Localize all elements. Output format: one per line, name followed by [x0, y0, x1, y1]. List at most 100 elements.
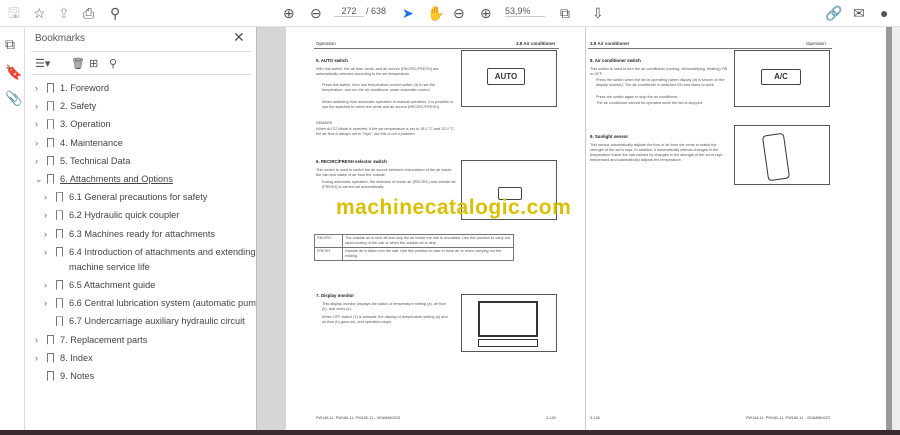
add-bookmark-icon[interactable]: ⊞ — [89, 55, 98, 73]
bullet: When OFF switch (1) is pressed, the disp… — [322, 315, 448, 324]
chevron-right-icon[interactable]: › — [35, 331, 45, 349]
bookmarks-icon[interactable]: 🔖 — [5, 63, 22, 81]
bullet: This display monitor displays the status… — [322, 302, 446, 311]
header-rule — [314, 48, 559, 49]
hand-tool-icon[interactable]: ✋ — [427, 4, 444, 22]
paragraph: With this switch, the air flow, vents, a… — [316, 67, 439, 76]
bookmark-flag-icon — [56, 298, 63, 309]
chevron-right-icon[interactable]: › — [44, 206, 54, 224]
page-footer: PW148-11, PW160-11, PW180-11 - VEAM86002… — [746, 416, 830, 420]
bookmark-flag-icon — [47, 137, 54, 148]
chevron-right-icon[interactable]: › — [44, 225, 54, 243]
fit-page-icon[interactable]: ⧉ — [560, 4, 570, 22]
bookmark-flag-icon — [56, 210, 63, 221]
scrollbar-thumb[interactable] — [886, 27, 892, 430]
chevron-right-icon[interactable]: › — [35, 152, 45, 170]
chevron-right-icon[interactable]: › — [44, 188, 54, 206]
print-icon[interactable]: ⎙ — [83, 4, 94, 22]
save-icon[interactable]: 🖫 — [8, 4, 20, 22]
email-icon[interactable]: ✉ — [853, 4, 865, 22]
chevron-right-icon[interactable]: › — [35, 97, 45, 115]
bookmark-label: 9. Notes — [60, 371, 95, 381]
bookmark-label: 6. Attachments and Options — [60, 174, 173, 184]
bookmark-item[interactable]: › 3. Operation — [35, 115, 240, 133]
bookmark-item[interactable]: › 2. Safety — [35, 97, 240, 115]
bookmark-label: 6.3 Machines ready for attachments — [69, 228, 216, 239]
bookmark-item[interactable]: › 6.1 General precautions for safety — [44, 188, 240, 206]
page-down-icon[interactable]: ⊖ — [310, 4, 322, 22]
bookmark-flag-icon — [47, 83, 54, 93]
page-number: 3-136 — [590, 416, 600, 420]
page-header: Operation — [316, 41, 336, 46]
section-title: 5. AUTO switch — [316, 58, 348, 63]
attachments-icon[interactable]: 📎 — [5, 89, 22, 107]
select-cursor-icon[interactable]: ➤ — [402, 4, 414, 22]
chevron-right-icon[interactable]: › — [44, 294, 54, 312]
bookmark-item[interactable]: › 6.6 Central lubrication system (automat… — [44, 294, 264, 312]
page-thumbnails-icon[interactable]: ⧉ — [5, 35, 15, 53]
bookmark-item[interactable]: ⌄ 6. Attachments and Options — [35, 170, 240, 188]
chevron-right-icon[interactable]: › — [35, 349, 45, 367]
bookmark-item[interactable]: › 7. Replacement parts — [35, 331, 240, 349]
table-cell: The outside air is shut off and only the… — [342, 234, 514, 248]
bookmark-label: 8. Index — [60, 352, 93, 363]
delete-icon[interactable]: 🗑 — [71, 55, 85, 73]
close-icon[interactable]: ✕ — [233, 29, 245, 46]
ac-button-illustration: A/C — [761, 69, 801, 85]
search-icon[interactable]: ⚲ — [110, 4, 120, 22]
page-left: Operation 3.8 Air conditioner 5. AUTO sw… — [286, 27, 586, 430]
bookmark-item[interactable]: 6.7 Undercarriage auxiliary hydraulic ci… — [44, 312, 245, 330]
bookmark-flag-icon — [56, 192, 63, 203]
scroll-mode-icon[interactable]: ⇩ — [592, 4, 604, 22]
bookmark-item[interactable]: › 6.3 Machines ready for attachments — [44, 225, 240, 243]
bookmark-item[interactable]: › 8. Index — [35, 349, 240, 367]
bookmark-item[interactable]: › 6.5 Attachment guide — [44, 276, 240, 294]
options-menu-icon[interactable]: ☰▾ — [35, 55, 50, 73]
table-cell: RECIRC — [314, 234, 343, 248]
toolbar: 🖫 ☆ ⇪ ⎙ ⚲ ⊕ ⊖ 272 / 638 ➤ ✋ ⊖ ⊕ 53,9% ⧉ … — [0, 0, 900, 27]
page-up-icon[interactable]: ⊕ — [283, 4, 295, 22]
header-rule — [588, 48, 832, 49]
bookmark-search-icon[interactable]: ⚲ — [109, 55, 117, 73]
document-view: Operation 3.8 Air conditioner 5. AUTO sw… — [286, 27, 886, 430]
bullet: Press the switch when the fan is operati… — [596, 78, 725, 87]
chevron-right-icon[interactable]: › — [35, 134, 45, 152]
ac-figure: A/C — [734, 50, 830, 107]
chevron-right-icon[interactable]: › — [44, 243, 54, 261]
bookmark-flag-icon — [47, 174, 54, 184]
bookmark-flag-icon — [47, 119, 54, 130]
upload-icon[interactable]: ⇪ — [58, 4, 70, 22]
page-number: 3-135 — [546, 416, 556, 420]
bookmark-item[interactable]: › 6.2 Hydraulic quick coupler — [44, 206, 240, 224]
chevron-right-icon[interactable]: › — [35, 115, 45, 133]
account-icon[interactable]: ● — [880, 4, 888, 22]
bookmark-label: 6.1 General precautions for safety — [69, 192, 208, 203]
vertical-scrollbar[interactable] — [886, 27, 900, 430]
bookmark-item[interactable]: › 5. Technical Data — [35, 152, 240, 170]
auto-button-illustration: AUTO — [487, 68, 525, 85]
bookmark-label: 6.5 Attachment guide — [69, 280, 156, 290]
bookmark-label-cont[interactable]: machine service life — [69, 258, 150, 276]
zoom-level-select[interactable]: 53,9% — [505, 6, 545, 17]
share-link-icon[interactable]: 🔗 — [825, 4, 842, 22]
zoom-in-icon[interactable]: ⊕ — [480, 4, 492, 22]
bookmark-flag-icon — [47, 352, 54, 363]
bookmark-item[interactable]: › 4. Maintenance — [35, 134, 240, 152]
chevron-right-icon[interactable]: › — [44, 276, 54, 294]
bookmark-label: 5. Technical Data — [60, 155, 131, 166]
bookmark-item[interactable]: › 1. Foreword — [35, 79, 240, 97]
page-number-input[interactable]: 272 — [334, 6, 364, 17]
zoom-out-icon[interactable]: ⊖ — [453, 4, 465, 22]
bookmark-flag-icon — [56, 280, 63, 290]
bookmark-item[interactable]: 9. Notes — [35, 367, 240, 385]
bookmark-star-icon[interactable]: ☆ — [33, 4, 46, 22]
page-header-section: 3.8 Air conditioner — [590, 41, 630, 46]
display-monitor-figure — [461, 294, 557, 352]
recirc-fresh-table: RECIRC The outside air is shut off and on… — [314, 234, 514, 261]
watermark: machinecatalogic.com — [336, 196, 572, 219]
chevron-down-icon[interactable]: ⌄ — [35, 170, 45, 188]
page-total: / 638 — [366, 6, 387, 16]
chevron-right-icon[interactable]: › — [35, 79, 45, 97]
bookmarks-toolbar: ☰▾ 🗑 ⊞ ⚲ — [31, 51, 251, 75]
paragraph: This switch is used to switch the air so… — [316, 168, 452, 177]
